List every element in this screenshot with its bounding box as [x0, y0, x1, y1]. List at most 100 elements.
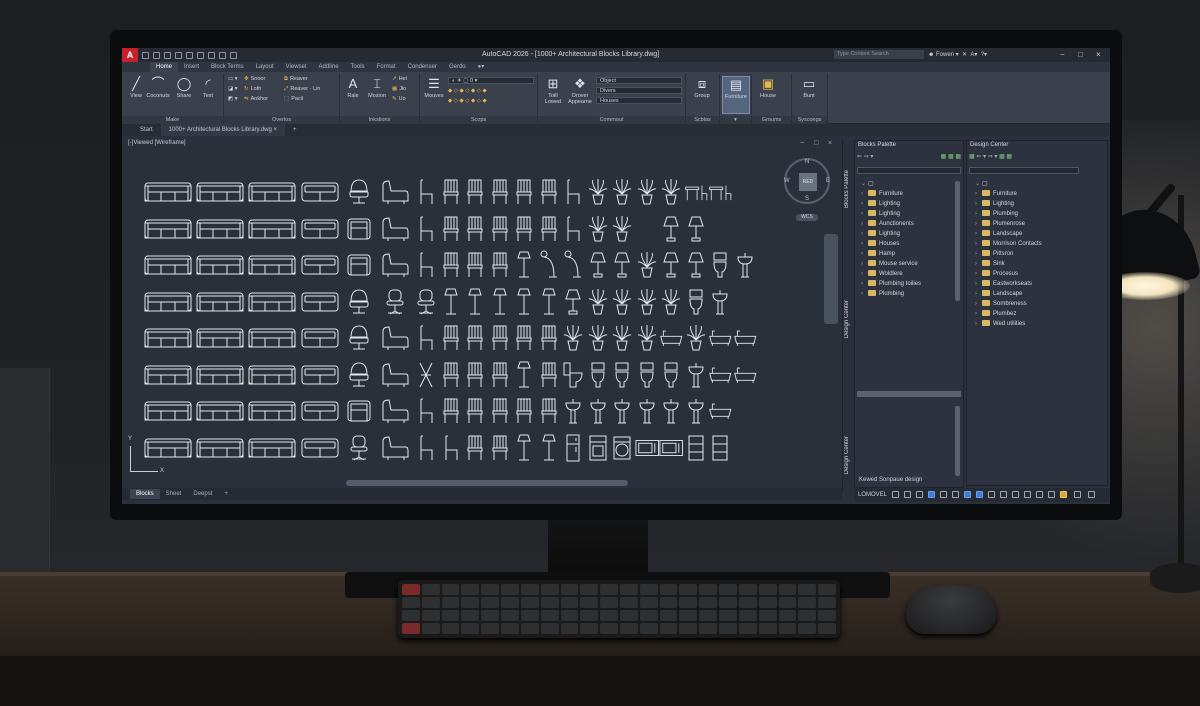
tree-item[interactable]: › Plumbing	[861, 289, 921, 299]
block-armchair-side-icon[interactable]	[376, 320, 414, 357]
chevron-right-icon[interactable]: ›	[861, 269, 868, 279]
tree-item[interactable]: › Plumbing toilies	[861, 279, 921, 289]
chevron-right-icon[interactable]: ›	[975, 249, 982, 259]
block-sink-icon[interactable]	[684, 357, 709, 394]
block-chair-front-icon[interactable]	[488, 320, 513, 357]
tree-item[interactable]: › Morrison Contacts	[975, 239, 1042, 249]
blocks-palette-side-tab[interactable]: Blocks Palette	[844, 170, 850, 208]
loth-tool[interactable]: ↻ Loth	[244, 86, 261, 92]
block-armchair-round-icon[interactable]	[342, 320, 376, 357]
block-chair-front-icon[interactable]	[537, 211, 562, 248]
block-chair-front-icon[interactable]	[488, 174, 513, 211]
isodraft-icon[interactable]	[940, 491, 947, 498]
lineweight-icon[interactable]	[976, 491, 983, 498]
block-sink-icon[interactable]	[684, 393, 709, 430]
block-sofa2-icon[interactable]	[298, 247, 342, 284]
block-plant-icon[interactable]	[586, 211, 611, 248]
block-chair-front-icon[interactable]	[537, 320, 562, 357]
ribbon-toggle-icon[interactable]: ●▾	[472, 62, 491, 72]
block-sofa3-icon[interactable]	[194, 247, 246, 284]
autocad-logo-button[interactable]: A	[122, 48, 138, 62]
open-file-icon[interactable]	[153, 51, 160, 59]
blocks-palette-preview-scrollbar[interactable]	[955, 406, 960, 476]
plot-icon[interactable]	[186, 51, 193, 59]
block-plant-icon[interactable]	[659, 284, 684, 321]
block-sink-icon[interactable]	[586, 393, 611, 430]
wcs-menu[interactable]: WCS	[796, 214, 818, 221]
chevron-right-icon[interactable]: ›	[861, 259, 868, 269]
block-office-chair-icon[interactable]	[376, 284, 414, 321]
chevron-right-icon[interactable]: ›	[975, 299, 982, 309]
block-armchair-round-icon[interactable]	[342, 357, 376, 394]
block-bathtub-icon[interactable]	[733, 357, 758, 394]
share-icon[interactable]	[230, 51, 237, 59]
block-sink-icon[interactable]	[635, 393, 660, 430]
tab-condenser[interactable]: Condenser	[402, 62, 443, 72]
block-lamp-table-icon[interactable]	[659, 247, 684, 284]
save-as-icon[interactable]	[175, 51, 182, 59]
block-chair-front-icon[interactable]	[488, 393, 513, 430]
block-sofa3-icon[interactable]	[142, 211, 194, 248]
toill-lowed-tool[interactable]: ⊞ Toill Lowed	[540, 76, 566, 105]
block-bathtub-icon[interactable]	[708, 320, 733, 357]
block-chair-front-icon[interactable]	[512, 393, 537, 430]
tab-start[interactable]: Start	[132, 124, 161, 136]
layer-tools-row2[interactable]: ◆ ◇ ◆ ◇ ◆ ◇ ◆	[448, 98, 487, 104]
block-plant-icon[interactable]	[586, 320, 611, 357]
tab-viewset[interactable]: Viewset	[280, 62, 313, 72]
block-sofa3-icon[interactable]	[194, 357, 246, 394]
block-plant-icon[interactable]	[684, 320, 709, 357]
tab-addline[interactable]: Addline	[313, 62, 345, 72]
block-sofa3-icon[interactable]	[246, 430, 298, 467]
block-sofa3-icon[interactable]	[194, 211, 246, 248]
print-icon[interactable]	[197, 51, 204, 59]
model-space-toggle[interactable]: LOMOVEL	[858, 492, 887, 498]
viewcube[interactable]: RED N S W E	[784, 158, 830, 204]
block-stove-icon[interactable]	[586, 430, 611, 467]
jlo-tool[interactable]: ▦ Jlo	[392, 86, 406, 92]
rale-tool[interactable]: A Rale	[342, 76, 364, 99]
block-chair-front-icon[interactable]	[439, 320, 464, 357]
block-sink-icon[interactable]	[610, 393, 635, 430]
tree-root[interactable]: ⌄ ▢	[975, 179, 1042, 189]
snap-tool[interactable]: ✥ Snoor	[244, 76, 265, 82]
chevron-right-icon[interactable]: ›	[975, 209, 982, 219]
tree-item[interactable]: › Wed utilities	[975, 319, 1042, 329]
block-sofa3-icon[interactable]	[246, 174, 298, 211]
block-plant-icon[interactable]	[659, 174, 684, 211]
block-chair-front-icon[interactable]	[463, 357, 488, 394]
new-tab-button[interactable]: +	[285, 124, 305, 136]
block-lamp-table-icon[interactable]	[610, 247, 635, 284]
block-lamp-floor-icon[interactable]	[512, 284, 537, 321]
design-center-toolbar[interactable]: ▦ ⇐ ▾ ⇒ ▾ ▦ ▦	[969, 153, 1107, 160]
group-tool[interactable]: ⧈ Group	[688, 76, 716, 99]
navigation-bar[interactable]	[824, 234, 838, 324]
viewport-close[interactable]: ×	[828, 140, 832, 147]
tree-item[interactable]: › Sink	[975, 259, 1042, 269]
block-sofa2-icon[interactable]	[298, 284, 342, 321]
mouves-tool[interactable]: ☰ Mouves	[422, 76, 446, 99]
hei-tool[interactable]: ↗ Hei	[392, 76, 407, 82]
chevron-right-icon[interactable]: ›	[861, 219, 868, 229]
sign-in-button[interactable]: ☻ Fowen ▾ ✕ A▾ ?▾	[928, 51, 987, 58]
block-sofa3-icon[interactable]	[194, 430, 246, 467]
block-sofa3-icon[interactable]	[142, 357, 194, 394]
block-sofa3-icon[interactable]	[246, 211, 298, 248]
add-layout-button[interactable]: +	[218, 489, 234, 499]
block-sink-icon[interactable]	[561, 393, 586, 430]
block-armchair-round-icon[interactable]	[342, 174, 376, 211]
block-lamp-floor-icon[interactable]	[439, 284, 464, 321]
tree-item[interactable]: › Procesus	[975, 269, 1042, 279]
block-bathtub-icon[interactable]	[733, 320, 758, 357]
block-sofa2-icon[interactable]	[298, 211, 342, 248]
block-chair-front-icon[interactable]	[463, 320, 488, 357]
block-sofa3-icon[interactable]	[194, 174, 246, 211]
block-armchair-icon[interactable]	[342, 247, 376, 284]
block-plant-icon[interactable]	[635, 320, 660, 357]
chevron-right-icon[interactable]: ›	[861, 289, 868, 299]
tree-item[interactable]: › Aunctionents	[861, 219, 921, 229]
chevron-right-icon[interactable]: ›	[975, 309, 982, 319]
block-fridge-icon[interactable]	[561, 430, 586, 467]
tab-layout[interactable]: Layout	[250, 62, 280, 72]
reaver-tool[interactable]: ⧉ Reaver	[284, 76, 308, 83]
